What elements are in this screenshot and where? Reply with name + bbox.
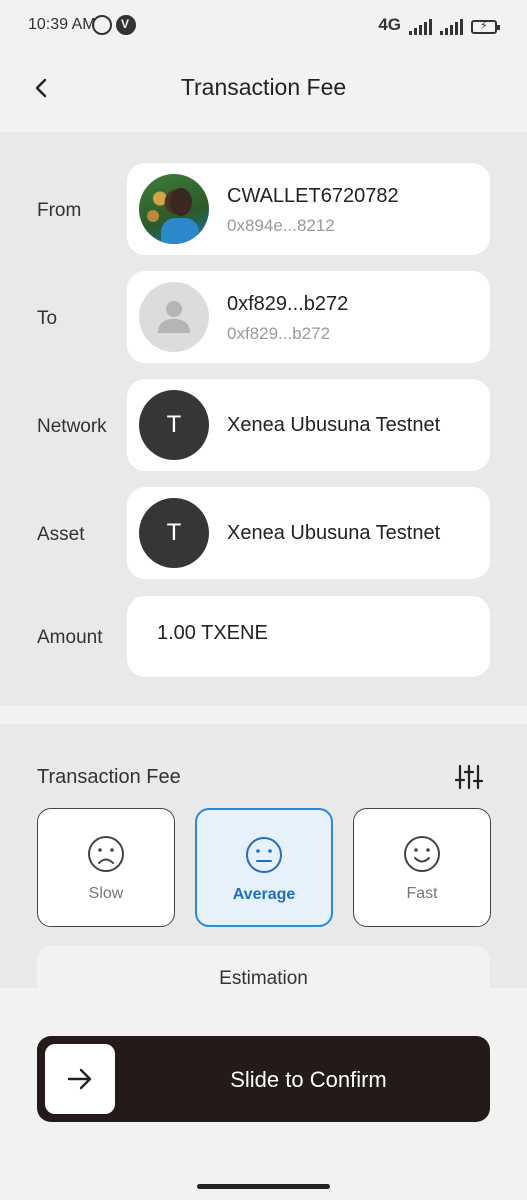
fee-section: Transaction Fee Slow Average Fast Estima… (0, 724, 527, 1006)
status-time: 10:39 AM (28, 16, 96, 33)
slide-to-confirm-label: Slide to Confirm (230, 1067, 387, 1092)
sender-avatar (139, 174, 209, 244)
amount-value: 1.00 TXENE (157, 622, 268, 644)
status-bar: 10:39 AM 4G ⚡ (0, 0, 527, 52)
estimation-label: Estimation (219, 968, 308, 989)
amount-card: 1.00 TXENE (127, 596, 490, 677)
network-card: T Xenea Ubusuna Testnet (127, 379, 490, 471)
fee-title: Transaction Fee (37, 766, 181, 788)
fee-option-slow[interactable]: Slow (37, 808, 175, 927)
page-title: Transaction Fee (180, 74, 347, 100)
neutral-face-icon (246, 837, 282, 873)
whatsapp-icon (92, 15, 112, 35)
asset-avatar: T (139, 498, 209, 568)
sender-name: CWALLET6720782 (227, 185, 399, 207)
fee-option-label: Slow (88, 885, 124, 902)
fee-settings-button[interactable] (454, 764, 484, 790)
smile-face-icon (404, 836, 440, 872)
from-card: CWALLET6720782 0x894e...8212 (127, 163, 490, 255)
person-placeholder-icon (158, 301, 190, 333)
signal-icon (409, 19, 432, 35)
signal-icon-2 (440, 19, 463, 35)
vpn-badge-icon (116, 15, 136, 35)
sad-face-icon (88, 836, 124, 872)
network-label: Network (37, 416, 107, 437)
transaction-details: From CWALLET6720782 0x894e...8212 To 0xf… (0, 132, 527, 706)
asset-value: Xenea Ubusuna Testnet (227, 522, 441, 544)
page-header: Transaction Fee (0, 52, 527, 132)
network-avatar: T (139, 390, 209, 460)
battery-charging-icon: ⚡ (471, 20, 500, 34)
confirm-area: Slide to Confirm (0, 988, 527, 1200)
recipient-name: 0xf829...b272 (227, 293, 349, 315)
to-label: To (37, 308, 58, 329)
slider-handle[interactable] (45, 1044, 115, 1114)
fee-option-fast[interactable]: Fast (353, 808, 491, 927)
network-type: 4G (378, 15, 401, 34)
asset-label: Asset (37, 524, 85, 545)
recipient-avatar (139, 282, 209, 352)
recipient-address: 0xf829...b272 (227, 324, 331, 343)
fee-option-average[interactable]: Average (195, 808, 333, 927)
to-card: 0xf829...b272 0xf829...b272 (127, 271, 490, 363)
amount-label: Amount (37, 627, 103, 648)
status-notification-icons (92, 15, 136, 35)
home-indicator[interactable] (197, 1184, 330, 1189)
status-system-icons: 4G ⚡ (378, 15, 500, 35)
asset-card: T Xenea Ubusuna Testnet (127, 487, 490, 579)
slide-to-confirm[interactable]: Slide to Confirm (37, 1036, 490, 1122)
network-value: Xenea Ubusuna Testnet (227, 414, 441, 436)
fee-option-label: Fast (406, 885, 438, 902)
from-label: From (37, 200, 82, 221)
sliders-icon (454, 764, 484, 790)
sender-address: 0x894e...8212 (227, 216, 335, 235)
arrow-right-icon (67, 1068, 92, 1090)
fee-option-label: Average (232, 886, 296, 903)
